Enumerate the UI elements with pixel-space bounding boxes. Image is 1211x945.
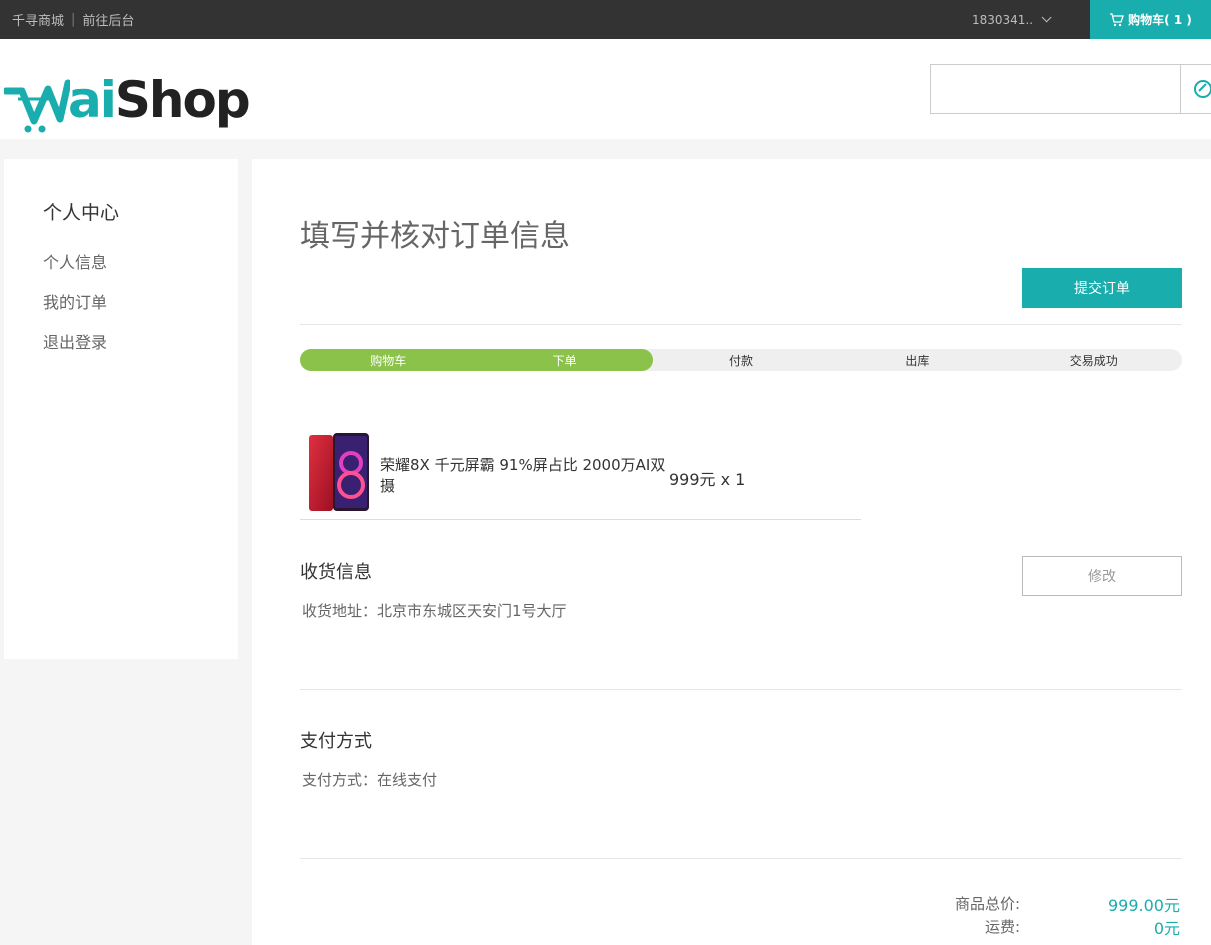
product-name[interactable]: 荣耀8X 千元屏霸 91%屏占比 2000万AI双摄 [380,455,670,497]
progress-step-success: 交易成功 [1069,353,1118,368]
header: aiShop [0,39,1211,139]
logo-wordmark: aiShop [68,71,251,129]
sidebar-title: 个人中心 [43,202,120,224]
sidebar-item-logout[interactable]: 退出登录 [43,329,107,353]
sidebar-item-profile[interactable]: 个人信息 [43,249,107,273]
sidebar-item-orders[interactable]: 我的订单 [43,289,107,313]
order-main-panel: 填写并核对订单信息 提交订单 购物车 下单 付款 出库 交易成功 荣耀8X 千元… [252,159,1211,945]
search-box [930,64,1211,114]
shipping-address: 收货地址：北京市东城区天安门1号大厅 [302,602,567,620]
order-progress-bar: 购物车 下单 付款 出库 交易成功 [300,349,1182,371]
progress-step-order: 下单 [552,353,577,368]
cart-logo-icon [4,79,70,133]
search-button[interactable] [1180,64,1211,114]
divider [300,324,1182,325]
shipping-title: 收货信息 [300,562,372,583]
total-price-label: 商品总价: [954,895,1020,913]
submit-order-button[interactable]: 提交订单 [1022,268,1182,308]
cart-button[interactable]: 购物车( 1 ) [1090,0,1211,39]
modify-address-button[interactable]: 修改 [1022,556,1182,596]
logo-shop: Shop [114,71,251,129]
top-bar: 千寻商城 | 前往后台 1830341.. 购物车( 1 ) [0,0,1211,39]
shipping-fee-label: 运费: [984,918,1020,936]
progress-step-pay: 付款 [728,353,753,368]
payment-method: 支付方式：在线支付 [302,771,438,789]
search-icon [1194,80,1211,98]
divider [300,689,1182,690]
search-input[interactable] [930,64,1181,114]
username: 1830341.. [972,12,1034,27]
progress-step-cart: 购物车 [370,353,407,368]
payment-title: 支付方式 [300,731,372,752]
sidebar: 个人中心 个人信息 我的订单 退出登录 [4,159,238,659]
top-bar-left: 千寻商城 | 前往后台 [12,0,134,39]
top-bar-separator: | [71,12,76,27]
admin-link[interactable]: 前往后台 [82,10,134,29]
site-name-link[interactable]: 千寻商城 [12,10,64,29]
logo[interactable]: aiShop [4,69,251,135]
order-product-row: 荣耀8X 千元屏霸 91%屏占比 2000万AI双摄 999元 x 1 [300,427,861,520]
progress-step-ship: 出库 [905,353,930,368]
page-title: 填写并核对订单信息 [300,219,570,254]
product-image[interactable] [308,433,370,513]
product-price-qty: 999元 x 1 [669,470,746,489]
cart-icon [1110,12,1125,26]
divider [300,858,1182,859]
shipping-fee-value: 0元 [1153,919,1180,938]
logo-ai: ai [68,71,117,129]
chevron-down-icon [1041,12,1052,23]
cart-label: 购物车( 1 ) [1128,13,1192,27]
total-price-value: 999.00元 [1108,896,1180,915]
user-menu[interactable]: 1830341.. [972,0,1052,39]
